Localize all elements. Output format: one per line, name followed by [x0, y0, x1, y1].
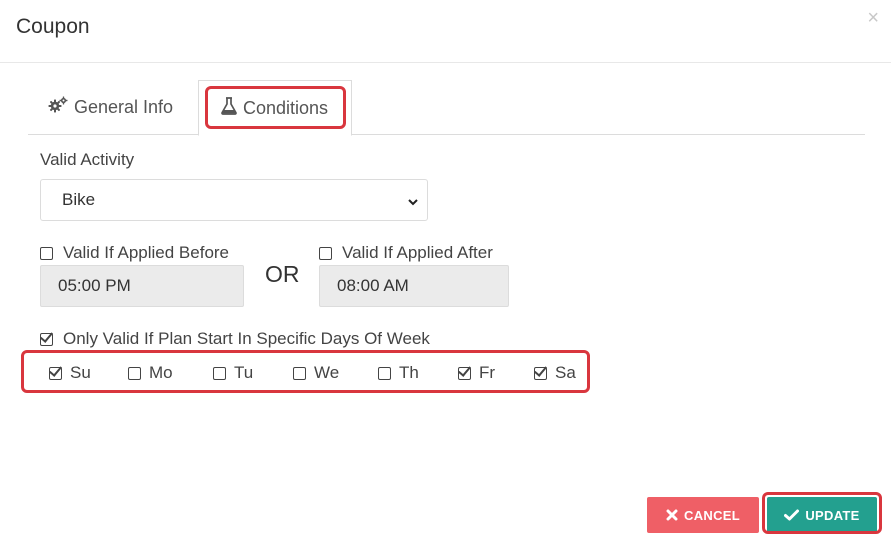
- day-checkbox[interactable]: [128, 366, 141, 380]
- valid-activity-select[interactable]: Bike: [40, 179, 428, 221]
- day-option-sa[interactable]: Sa: [534, 363, 576, 383]
- applied-before-row: Valid If Applied Before: [40, 243, 229, 263]
- day-checkbox[interactable]: [49, 366, 62, 380]
- day-option-we[interactable]: We: [293, 363, 339, 383]
- tab-conditions[interactable]: Conditions: [198, 80, 352, 136]
- day-label: We: [314, 363, 340, 382]
- update-button[interactable]: UPDATE: [767, 497, 877, 533]
- specific-days-row: Only Valid If Plan Start In Specific Day…: [40, 329, 430, 349]
- day-label: Tu: [234, 363, 254, 382]
- day-option-su[interactable]: Su: [49, 363, 91, 383]
- day-option-th[interactable]: Th: [378, 363, 419, 383]
- applied-after-row: Valid If Applied After: [319, 243, 493, 263]
- flask-icon: [221, 97, 243, 120]
- or-separator: OR: [265, 261, 300, 287]
- day-label: Su: [70, 363, 91, 382]
- close-button[interactable]: ×: [867, 8, 879, 28]
- day-checkbox[interactable]: [534, 366, 547, 380]
- day-checkbox[interactable]: [213, 366, 226, 380]
- specific-days-checkbox[interactable]: [40, 332, 53, 346]
- cancel-button[interactable]: CANCEL: [647, 497, 759, 533]
- day-checkbox[interactable]: [378, 366, 391, 380]
- day-option-tu[interactable]: Tu: [213, 363, 253, 383]
- day-checkbox[interactable]: [293, 366, 306, 380]
- applied-before-checkbox[interactable]: [40, 246, 53, 260]
- update-label: UPDATE: [805, 507, 860, 523]
- applied-after-time-input[interactable]: 08:00 AM: [319, 265, 509, 307]
- tab-bar: General Info Conditions: [28, 80, 865, 136]
- close-icon: [666, 509, 678, 521]
- chevron-down-icon: [407, 193, 419, 213]
- header-divider: [0, 62, 891, 63]
- day-label: Fr: [479, 363, 496, 382]
- check-icon: [784, 509, 800, 521]
- modal-title: Coupon: [16, 15, 90, 38]
- applied-before-label: Valid If Applied Before: [63, 243, 230, 262]
- tab-label: Conditions: [243, 98, 329, 118]
- day-label: Sa: [555, 363, 576, 382]
- applied-after-checkbox[interactable]: [319, 246, 332, 260]
- select-value: Bike: [62, 190, 96, 209]
- day-label: Mo: [149, 363, 173, 382]
- applied-after-label: Valid If Applied After: [342, 243, 493, 262]
- day-label: Th: [399, 363, 419, 382]
- specific-days-label: Only Valid If Plan Start In Specific Day…: [63, 329, 430, 348]
- day-option-fr[interactable]: Fr: [458, 363, 495, 383]
- gears-icon: [48, 96, 74, 119]
- day-option-mo[interactable]: Mo: [128, 363, 173, 383]
- valid-activity-label: Valid Activity: [40, 150, 135, 169]
- day-checkbox[interactable]: [458, 366, 471, 380]
- tab-label: General Info: [74, 97, 174, 117]
- applied-before-time-input[interactable]: 05:00 PM: [40, 265, 244, 307]
- cancel-label: CANCEL: [684, 507, 740, 523]
- tab-general-info[interactable]: General Info: [48, 80, 173, 135]
